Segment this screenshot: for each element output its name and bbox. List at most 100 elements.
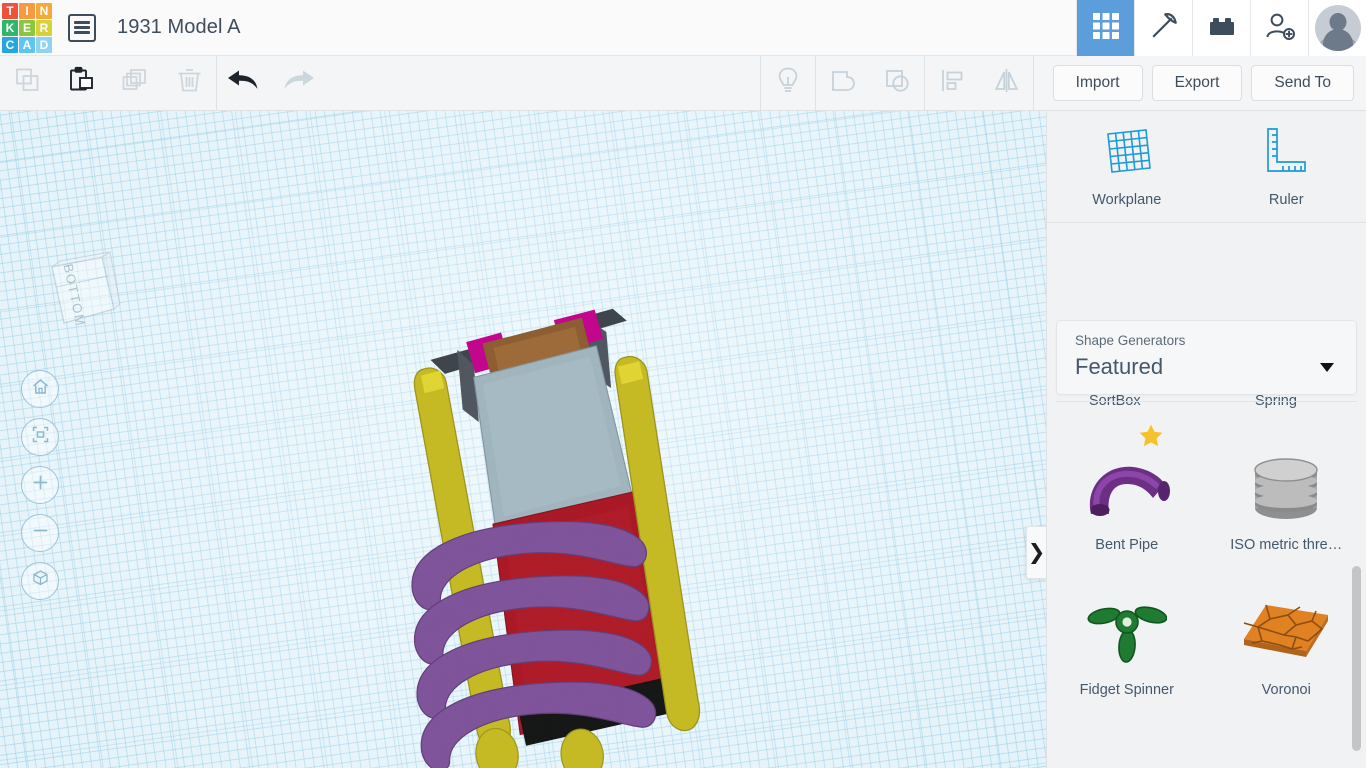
paste-button[interactable] (54, 56, 108, 111)
projection-toggle-button[interactable] (21, 562, 59, 600)
duplicate-button[interactable] (108, 56, 162, 111)
delete-button[interactable] (162, 56, 216, 111)
duplicate-icon (120, 65, 151, 101)
user-avatar-button[interactable] (1308, 0, 1366, 56)
lightbulb-icon (773, 65, 803, 101)
header-spacer (241, 0, 1076, 55)
hint-button[interactable] (761, 56, 815, 111)
align-icon (937, 65, 968, 101)
undo-button[interactable] (217, 56, 271, 111)
model-3d[interactable] (350, 296, 770, 768)
edit-toolbar: Import Export Send To (0, 56, 1366, 111)
send-to-button[interactable]: Send To (1251, 65, 1354, 101)
clipboard-tools (0, 56, 216, 110)
shape-card-bent-pipe[interactable]: Bent Pipe (1047, 433, 1207, 578)
mirror-icon (991, 65, 1022, 101)
header-actions (1076, 0, 1366, 55)
workplane-icon (1099, 125, 1155, 182)
ruler-tool[interactable]: Ruler (1207, 125, 1366, 222)
shape-card-partial-green[interactable] (1047, 723, 1207, 768)
shapes-grid-row-1: Bent Pipe (1047, 433, 1366, 578)
fidget-spinner-icon (1087, 582, 1167, 682)
fit-to-view-button[interactable] (21, 418, 59, 456)
home-icon (31, 377, 50, 401)
shape-card-partial-purple[interactable] (1207, 723, 1366, 768)
designs-grid-button[interactable] (1076, 0, 1134, 56)
view-cube[interactable]: BOTTOM (30, 249, 122, 341)
shapes-grid-row-2: Fidget Spinner (1047, 578, 1366, 723)
home-view-button[interactable] (21, 370, 59, 408)
shapes-grid-row-3 (1047, 723, 1366, 768)
logo-tile-n: N (36, 3, 52, 19)
pickaxe-icon (1147, 9, 1181, 48)
paste-icon (66, 65, 97, 101)
redo-button[interactable] (271, 56, 325, 111)
logo-tile-d: D (36, 37, 52, 53)
tinkercad-app: TINKERCAD 1931 Model A (0, 0, 1366, 768)
io-buttons: Import Export Send To (1053, 65, 1354, 101)
fit-view-icon (31, 425, 50, 449)
panel-collapse-toggle[interactable]: ❯ (1026, 526, 1046, 579)
panel-divider (1056, 401, 1357, 402)
copy-button[interactable] (0, 56, 54, 111)
green-beaded-ring-icon (1072, 751, 1182, 768)
shape-generators-value: Featured (1075, 354, 1163, 380)
shapes-panel-scrollbar[interactable] (1352, 566, 1361, 751)
undo-arrow-icon (224, 67, 264, 100)
ruler-label: Ruler (1269, 192, 1304, 208)
codeblocks-button[interactable] (1134, 0, 1192, 56)
logo-tile-i: I (19, 3, 35, 19)
purple-creature-icon (1236, 751, 1336, 768)
shape-card-iso-thread[interactable]: ISO metric thre… (1207, 433, 1366, 578)
avatar (1315, 5, 1361, 51)
invite-collaborator-button[interactable] (1250, 0, 1308, 56)
logo-tile-c: C (2, 37, 18, 53)
logo-tile-e: E (19, 20, 35, 36)
tinkercad-logo[interactable]: TIN KER CAD (0, 0, 54, 56)
align-button[interactable] (925, 56, 979, 111)
shape-card-fidget-spinner[interactable]: Fidget Spinner (1047, 578, 1207, 723)
shape-name: Voronoi (1262, 682, 1311, 698)
viewport-nav-controls (21, 370, 59, 600)
workplane-tool[interactable]: Workplane (1047, 125, 1207, 222)
minus-icon (31, 521, 50, 545)
workplane-ruler-row: Workplane Ruler (1047, 111, 1366, 222)
shape-generators-caption: Shape Generators (1075, 333, 1338, 348)
group-button[interactable] (816, 56, 870, 111)
shape-name: Fidget Spinner (1080, 682, 1174, 698)
logo-tile-r: R (36, 20, 52, 36)
cube-perspective-icon (31, 569, 50, 593)
shape-card-voronoi[interactable]: Voronoi (1207, 578, 1366, 723)
shape-generators-select[interactable]: Shape Generators Featured (1056, 320, 1357, 395)
featured-star-icon (1138, 423, 1164, 454)
zoom-in-button[interactable] (21, 466, 59, 504)
ungroup-icon (882, 65, 913, 101)
import-button[interactable]: Import (1053, 65, 1143, 101)
logo-tile-k: K (2, 20, 18, 36)
shapes-list[interactable]: Bent Pipe (1047, 378, 1366, 768)
chevron-down-icon[interactable] (1320, 363, 1334, 372)
shape-generators-row: Featured (1075, 354, 1338, 380)
copy-icon (12, 65, 43, 101)
shape-name: ISO metric thre… (1230, 537, 1342, 553)
blocks-button[interactable] (1192, 0, 1250, 56)
app-header: TINKERCAD 1931 Model A (0, 0, 1366, 56)
export-button[interactable]: Export (1152, 65, 1243, 101)
toolbar-divider (1033, 56, 1034, 111)
shape-tools (760, 56, 1034, 110)
grid-icon (1091, 11, 1121, 46)
logo-tile-t: T (2, 3, 18, 19)
group-icon (828, 65, 859, 101)
design-list-icon[interactable] (68, 14, 96, 42)
logo-tile-a: A (19, 37, 35, 53)
mirror-button[interactable] (979, 56, 1033, 111)
plus-icon (31, 473, 50, 497)
shapes-panel: Workplane Ruler (1046, 111, 1366, 768)
bent-pipe-icon (1079, 437, 1175, 537)
redo-arrow-icon (278, 67, 318, 100)
zoom-out-button[interactable] (21, 514, 59, 552)
iso-thread-icon (1245, 437, 1327, 537)
ruler-icon (1262, 125, 1310, 182)
3d-viewport[interactable]: BOTTOM (0, 111, 1046, 768)
ungroup-button[interactable] (870, 56, 924, 111)
